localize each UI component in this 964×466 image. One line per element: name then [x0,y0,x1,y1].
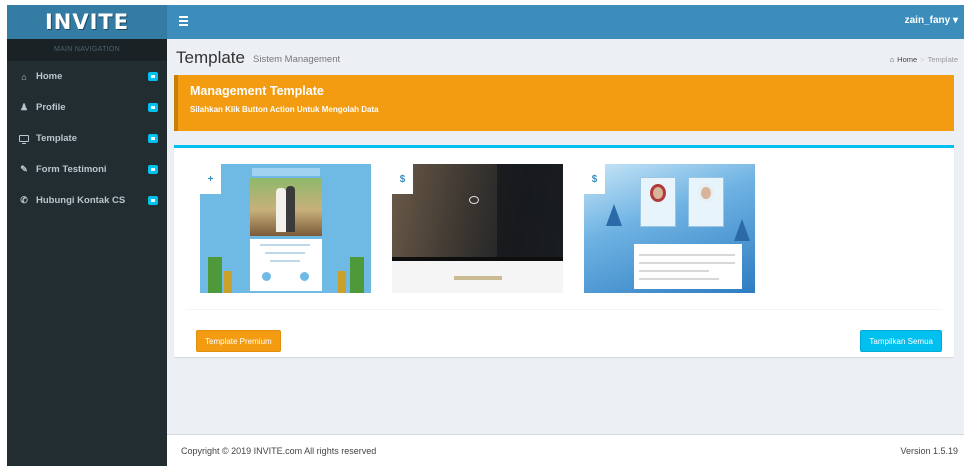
template-card [250,239,322,291]
show-all-button[interactable]: Tampilkan Semua [860,330,942,352]
version-text: Version 1.5.19 [900,446,958,456]
couple-photo [392,164,563,257]
copyright-text: Copyright © 2019 INVITE.com All rights r… [181,446,377,456]
home-icon: ⌂ [889,55,895,64]
text-line [639,278,719,280]
monitor-icon [17,134,31,144]
sidebar-section-title: MAIN NAVIGATION [7,39,167,61]
breadcrumb-current: Template [927,55,958,64]
main-footer: Copyright © 2019 INVITE.com All rights r… [167,434,964,466]
badge-icon [148,72,158,81]
sidebar-item-template[interactable]: Template [7,123,167,154]
sidebar-item-form-testimoni[interactable]: ✎ Form Testimoni [7,154,167,185]
template-premium-button[interactable]: Template Premium [196,330,281,352]
text-line [270,260,300,262]
text-line [260,244,310,246]
callout-title: Management Template [190,84,324,98]
sidebar: MAIN NAVIGATION ⌂ Home ♟ Profile Templat… [7,39,167,466]
sidebar-item-hubungi-kontak-cs[interactable]: ✆ Hubungi Kontak CS [7,185,167,216]
bride-photo [698,184,714,202]
template-thumbnail-winter[interactable]: $ [584,164,755,293]
text-line [639,270,709,272]
page-title: Template [176,48,245,67]
plant-decoration [338,271,346,293]
sidebar-item-label: Home [36,71,63,82]
callout-text: Silahkan Klik Button Action Untuk Mengol… [190,105,379,114]
page-subtitle: Sistem Management [253,54,341,65]
breadcrumb-home-link[interactable]: Home [897,55,917,64]
home-icon: ⌂ [21,71,27,82]
icon-circle [300,272,309,281]
plant-decoration [350,257,364,293]
text-line [639,262,735,264]
breadcrumb-separator: > [920,55,925,64]
badge-icon [148,103,158,112]
rings-icon [469,196,479,204]
text-line [639,254,735,256]
plant-decoration [208,257,222,293]
sidebar-item-home[interactable]: ⌂ Home [7,61,167,92]
plant-decoration [224,271,232,293]
template-header-band [252,168,320,176]
template-badge: $ [584,164,605,194]
top-navbar: zain_fany ▾ [167,5,964,39]
menu-toggle-icon[interactable] [179,16,188,26]
script-title [454,276,502,280]
user-icon: ♟ [19,102,29,112]
groom-photo [650,184,666,202]
sidebar-item-profile[interactable]: ♟ Profile [7,92,167,123]
content-panel [634,244,742,289]
template-badge: + [200,164,221,194]
template-badge: $ [392,164,413,194]
logo[interactable]: INVITE [7,5,167,39]
edit-icon: ✎ [20,164,28,174]
info-callout: Management Template Silahkan Klik Button… [174,75,954,131]
templates-gallery: + $ $ [186,156,942,310]
user-name: zain_fany [904,15,951,26]
sidebar-item-label: Hubungi Kontak CS [36,195,126,206]
text-line [265,252,305,254]
tree-decoration [734,219,750,241]
sidebar-item-label: Profile [36,102,66,113]
template-thumbnail-dark[interactable]: $ [392,164,563,293]
box-footer: Template Premium Tampilkan Semua [174,310,954,357]
logo-text: INVITE [44,10,130,34]
chevron-down-icon: ▾ [952,15,958,26]
sidebar-item-label: Form Testimoni [36,164,107,175]
couple-photo [250,178,322,236]
tree-decoration [606,204,622,226]
icon-circle [262,272,271,281]
breadcrumb: ⌂ Home > Template [890,55,958,64]
user-menu[interactable]: zain_fany ▾ [905,15,958,26]
templates-box: + $ $ Template Premium Tampilkan Semua [174,145,954,357]
badge-icon [148,134,158,143]
phone-icon: ✆ [20,195,28,205]
template-thumbnail-blue[interactable]: + [200,164,371,293]
sidebar-item-label: Template [36,133,78,144]
badge-icon [148,165,158,174]
badge-icon [148,196,158,205]
